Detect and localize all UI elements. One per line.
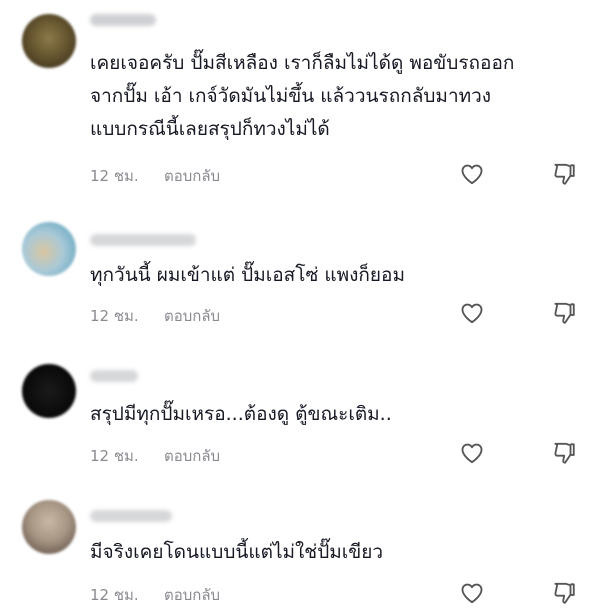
comment-text: มีจริงเคยโดนแบบนี้แต่ไม่ใช่ปั๊มเขียว — [90, 536, 580, 569]
comment-time: 12 ชม. — [90, 447, 139, 465]
username-blurred[interactable] — [90, 370, 138, 382]
heart-outline-icon[interactable] — [459, 300, 485, 326]
comment-meta: 12 ชม. ตอบกลับ — [90, 444, 220, 468]
username-blurred[interactable] — [90, 14, 156, 26]
comment-text-line: จากปั๊ม เอ้า เกจ์วัดมันไม่ขึ้น แล้ววนรถก… — [90, 85, 492, 107]
heart-outline-icon[interactable] — [459, 580, 485, 606]
thumbs-down-outline-icon[interactable] — [551, 440, 577, 466]
reply-button[interactable]: ตอบกลับ — [164, 586, 220, 604]
comment-text: เคยเจอครับ ปั๊มสีเหลือง เราก็ลืมไม่ได้ดู… — [90, 47, 580, 146]
comment-text-line: ทุกวันนี้ ผมเข้าแต่ ปั๊มเอสโซ่ แพงก็ยอม — [90, 264, 405, 286]
comment-text: สรุปมีทุกปั๊มเหรอ...ต้องดู ตู้ขณะเติม.. — [90, 398, 580, 431]
comment-meta: 12 ชม. ตอบกลับ — [90, 304, 220, 328]
comment-text-line: เคยเจอครับ ปั๊มสีเหลือง เราก็ลืมไม่ได้ดู… — [90, 52, 515, 74]
comment-text: ทุกวันนี้ ผมเข้าแต่ ปั๊มเอสโซ่ แพงก็ยอม — [90, 259, 580, 292]
comment-meta: 12 ชม. ตอบกลับ — [90, 164, 220, 188]
thumbs-down-outline-icon[interactable] — [551, 161, 577, 187]
comment-meta: 12 ชม. ตอบกลับ — [90, 583, 220, 607]
heart-outline-icon[interactable] — [459, 440, 485, 466]
username-blurred[interactable] — [90, 510, 172, 522]
reply-button[interactable]: ตอบกลับ — [164, 167, 220, 185]
avatar[interactable] — [22, 222, 76, 276]
heart-outline-icon[interactable] — [459, 161, 485, 187]
avatar[interactable] — [22, 14, 76, 68]
thumbs-down-outline-icon[interactable] — [551, 580, 577, 606]
comment-time: 12 ชม. — [90, 307, 139, 325]
thumbs-down-outline-icon[interactable] — [551, 300, 577, 326]
comment-time: 12 ชม. — [90, 167, 139, 185]
comment-text-line: มีจริงเคยโดนแบบนี้แต่ไม่ใช่ปั๊มเขียว — [90, 541, 384, 563]
username-blurred[interactable] — [90, 234, 196, 246]
comment-text-line: แบบกรณีนี้เลยสรุปก็ทวงไม่ได้ — [90, 118, 330, 140]
comment-text-line: สรุปมีทุกปั๊มเหรอ...ต้องดู ตู้ขณะเติม.. — [90, 403, 392, 425]
avatar[interactable] — [22, 364, 76, 418]
reply-button[interactable]: ตอบกลับ — [164, 307, 220, 325]
avatar[interactable] — [22, 500, 76, 554]
comment-time: 12 ชม. — [90, 586, 139, 604]
reply-button[interactable]: ตอบกลับ — [164, 447, 220, 465]
